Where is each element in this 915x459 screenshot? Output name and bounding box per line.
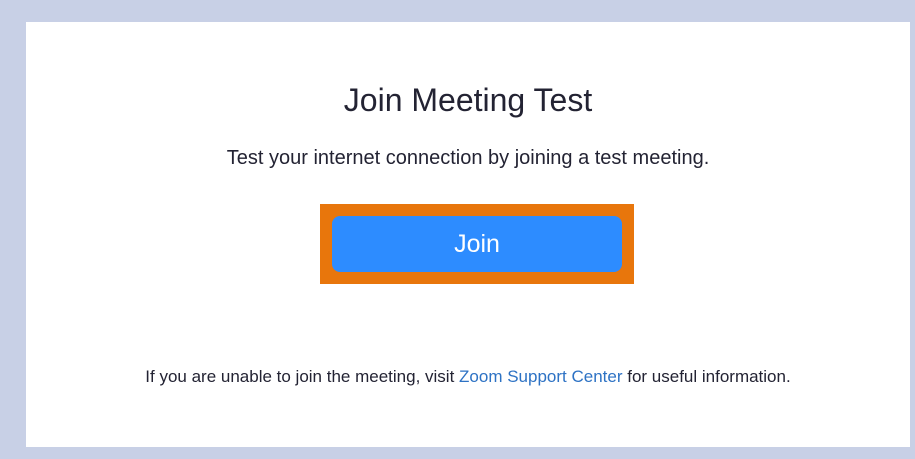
zoom-support-center-link[interactable]: Zoom Support Center [459,367,622,386]
join-button[interactable]: Join [332,216,622,272]
page-subtitle: Test your internet connection by joining… [226,147,710,169]
footer-text-after: for useful information. [622,367,791,386]
meeting-test-card: Join Meeting Test Test your internet con… [26,22,910,447]
page-title: Join Meeting Test [343,82,593,118]
footer-text-before: If you are unable to join the meeting, v… [145,367,460,386]
help-footer: If you are unable to join the meeting, v… [26,367,910,387]
